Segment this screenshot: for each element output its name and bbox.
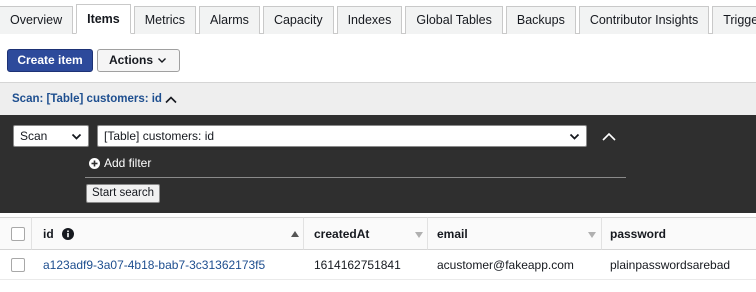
tab-metrics[interactable]: Metrics: [133, 6, 197, 34]
select-all-header: [0, 217, 32, 250]
actions-dropdown-button[interactable]: Actions: [97, 49, 180, 72]
column-header-label: id: [43, 227, 54, 241]
scan-header-bar[interactable]: Scan: [Table] customers: id: [0, 82, 756, 115]
table-index-select[interactable]: [Table] customers: id: [97, 125, 587, 147]
tab-overview[interactable]: Overview: [0, 6, 74, 34]
tab-backups[interactable]: Backups: [505, 6, 576, 34]
table-row[interactable]: a123adf9-3a07-4b18-bab7-3c31362173f5 161…: [0, 250, 756, 280]
row-checkbox[interactable]: [11, 258, 25, 272]
divider: [85, 177, 626, 178]
tab-bar: Overview Items Metrics Alarms Capacity I…: [0, 0, 756, 34]
table-index-value: [Table] customers: id: [104, 129, 215, 143]
tab-global-tables[interactable]: Global Tables: [405, 6, 503, 34]
tab-items[interactable]: Items: [76, 4, 131, 34]
tab-indexes[interactable]: Indexes: [336, 6, 403, 34]
chevron-up-icon[interactable]: [164, 93, 178, 107]
scan-query-panel: Scan [Table] customers: id Add filter St…: [0, 115, 756, 213]
add-filter-label: Add filter: [104, 156, 152, 170]
column-header-createdat[interactable]: createdAt: [304, 217, 428, 250]
collapse-chevron-up-icon[interactable]: [601, 131, 617, 143]
column-header-id[interactable]: id: [32, 217, 304, 250]
scan-title[interactable]: Scan: [Table] customers: id: [12, 93, 162, 105]
sort-ascending-icon[interactable]: [291, 231, 299, 237]
tab-capacity[interactable]: Capacity: [262, 6, 334, 34]
cell-password: plainpasswordsarebad: [610, 258, 731, 272]
sort-icon[interactable]: [588, 232, 596, 238]
tab-triggers[interactable]: Triggers: [712, 6, 756, 34]
select-all-checkbox[interactable]: [11, 227, 25, 241]
chevron-down-icon: [158, 58, 166, 63]
column-header-email[interactable]: email: [428, 217, 602, 250]
chevron-down-icon: [569, 133, 580, 140]
tab-contributor-insights[interactable]: Contributor Insights: [578, 6, 710, 34]
actions-label: Actions: [109, 53, 154, 67]
item-id-link[interactable]: a123adf9-3a07-4b18-bab7-3c31362173f5: [43, 250, 265, 280]
scan-mode-select[interactable]: Scan: [13, 125, 89, 147]
tab-alarms[interactable]: Alarms: [199, 6, 260, 34]
scan-mode-value: Scan: [20, 129, 48, 143]
column-header-label: createdAt: [314, 227, 370, 241]
add-filter-button[interactable]: Add filter: [89, 156, 151, 170]
column-header-label: password: [610, 227, 667, 241]
sort-icon[interactable]: [415, 232, 423, 238]
create-item-button[interactable]: Create item: [7, 49, 93, 72]
plus-circle-icon: [89, 157, 100, 169]
start-search-button[interactable]: Start search: [86, 184, 160, 203]
chevron-down-icon: [71, 133, 82, 140]
column-header-label: email: [437, 227, 468, 241]
cell-createdat: 1614162751841: [314, 258, 401, 272]
cell-email: acustomer@fakeapp.com: [437, 258, 574, 272]
info-icon[interactable]: [62, 227, 75, 240]
column-header-password[interactable]: password: [602, 217, 756, 250]
